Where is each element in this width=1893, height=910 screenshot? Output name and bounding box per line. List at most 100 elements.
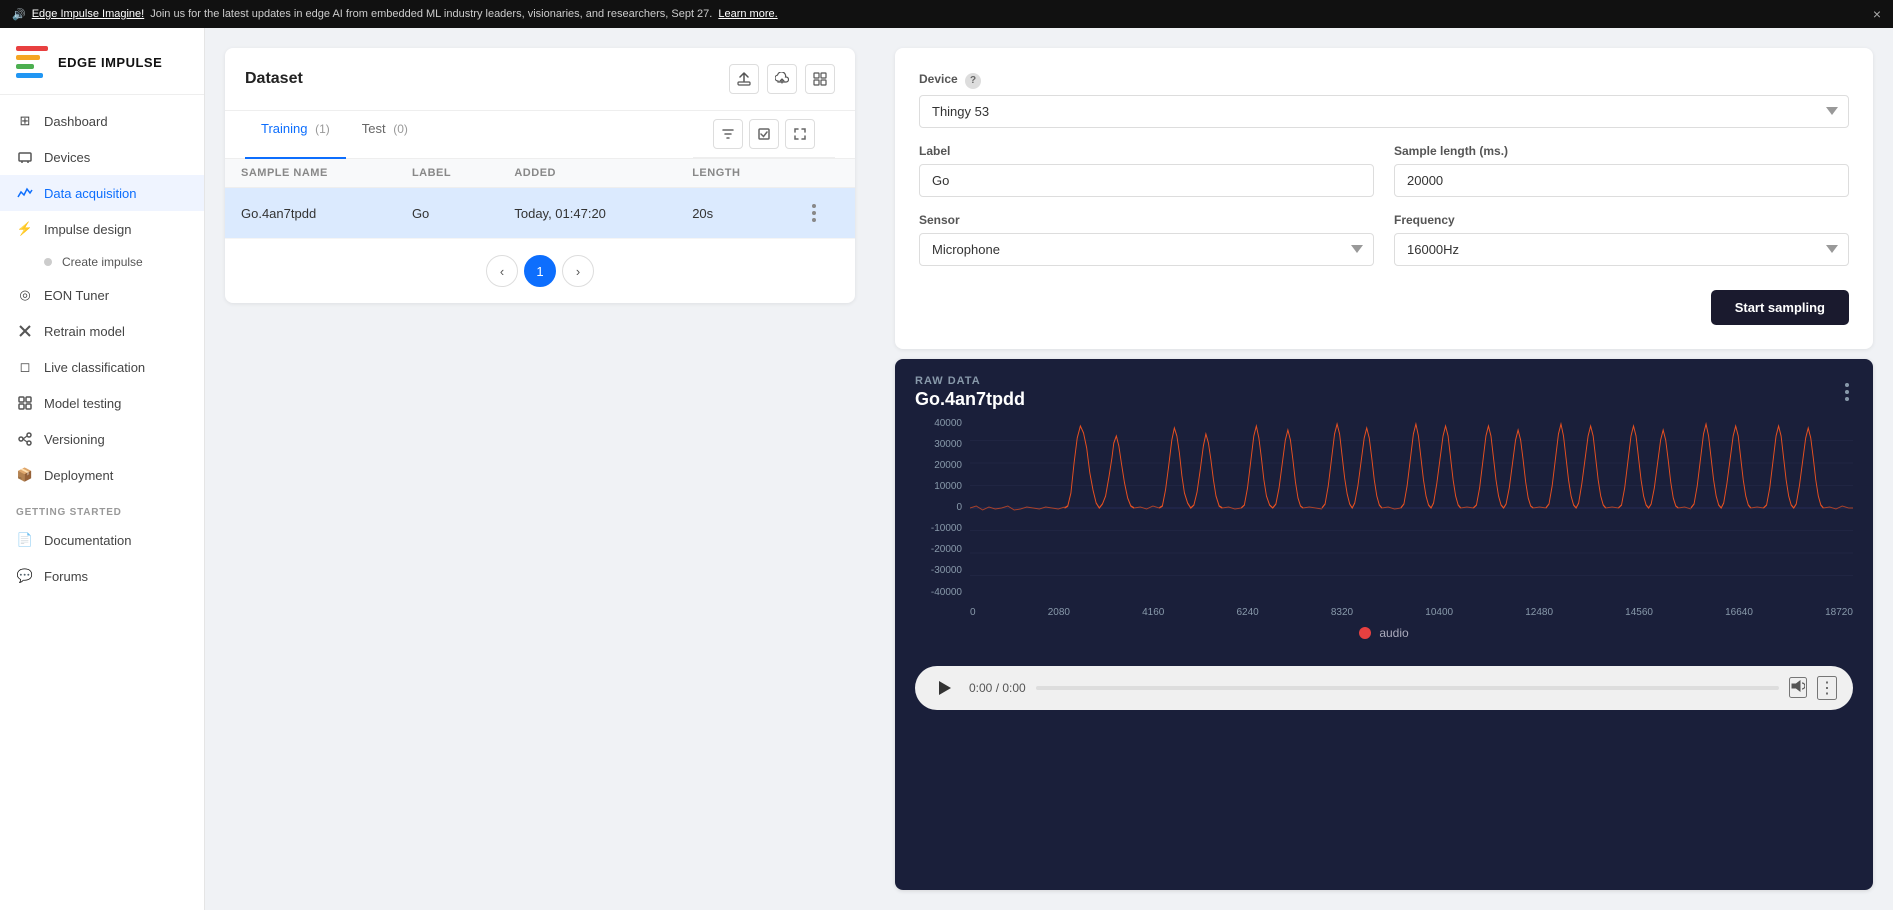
banner-close[interactable]: × [1873,6,1881,22]
cell-added: Today, 01:47:20 [498,188,676,239]
more-options-button[interactable] [805,64,835,94]
raw-data-menu[interactable] [1841,379,1853,405]
right-panel: Device ? Thingy 53 Label Sample length (… [875,28,1893,910]
sidebar-item-model-testing[interactable]: Model testing [0,385,204,421]
y-label-20k: 20000 [915,460,970,471]
filter-button[interactable] [713,119,743,149]
y-label-neg30k: -30000 [915,565,970,576]
cell-row-actions[interactable] [792,188,855,239]
sidebar-item-label-documentation: Documentation [44,533,131,548]
table-row[interactable]: Go.4an7tpdd Go Today, 01:47:20 20s [225,188,855,239]
upload-button[interactable] [729,64,759,94]
sidebar-nav: ⊞ Dashboard Devices Data acquisition ⚡ I… [0,95,204,910]
sidebar-item-deployment[interactable]: 📦 Deployment [0,457,204,493]
sidebar-item-documentation[interactable]: 📄 Documentation [0,522,204,558]
label-label: Label [919,144,1374,158]
banner-icon: 🔊 [12,8,26,21]
impulse-design-icon: ⚡ [16,220,34,238]
start-sampling-button[interactable]: Start sampling [1711,290,1849,325]
banner-learn-more[interactable]: Learn more. [718,8,777,20]
getting-started-label: GETTING STARTED [0,493,204,522]
dataset-title: Dataset [245,70,303,88]
play-button[interactable] [931,674,959,702]
pagination: ‹ 1 › [225,239,855,303]
raw-data-header-left: RAW DATA Go.4an7tpdd [915,375,1025,410]
device-label: Device ? [919,72,1849,89]
tab-test[interactable]: Test (0) [346,111,424,159]
sensor-select[interactable]: Microphone Accelerometer [919,233,1374,266]
sidebar: EDGE IMPULSE ⊞ Dashboard Devices Data ac… [0,28,205,910]
logo-text: EDGE IMPULSE [58,55,162,70]
select-all-button[interactable] [749,119,779,149]
sidebar-item-label-eon-tuner: EON Tuner [44,288,109,303]
y-label-neg40k: -40000 [915,587,970,598]
y-label-40k: 40000 [915,418,970,429]
sidebar-item-data-acquisition[interactable]: Data acquisition [0,175,204,211]
volume-button[interactable] [1789,677,1807,698]
y-label-neg10k: -10000 [915,523,970,534]
tab-test-label: Test [362,121,386,136]
device-help-icon[interactable]: ? [965,73,981,89]
x-axis: 0 2080 4160 6240 8320 10400 12480 14560 … [970,607,1853,618]
raw-data-title: Go.4an7tpdd [915,389,1025,410]
sidebar-item-devices[interactable]: Devices [0,139,204,175]
label-group: Label [919,144,1374,197]
sample-length-input[interactable] [1394,164,1849,197]
live-classification-icon: ◻ [16,358,34,376]
banner-link-1[interactable]: Edge Impulse Imagine! [32,8,145,20]
frequency-select[interactable]: 16000Hz 8000Hz [1394,233,1849,266]
x-label-6240: 6240 [1236,607,1258,618]
x-label-18720: 18720 [1825,607,1853,618]
sampling-card: Device ? Thingy 53 Label Sample length (… [895,48,1873,349]
model-testing-icon [16,394,34,412]
sidebar-item-label-create-impulse: Create impulse [62,255,143,269]
sample-length-group: Sample length (ms.) [1394,144,1849,197]
sidebar-item-create-impulse[interactable]: Create impulse [0,247,204,277]
dataset-header: Dataset [225,48,855,111]
sidebar-item-live-classification[interactable]: ◻ Live classification [0,349,204,385]
forums-icon: 💬 [16,567,34,585]
page-1-button[interactable]: 1 [524,255,556,287]
sidebar-item-label-impulse-design: Impulse design [44,222,131,237]
tab-training[interactable]: Training (1) [245,111,346,159]
audio-options-button[interactable]: ⋮ [1817,676,1837,700]
dataset-card: Dataset Training (1) [225,48,855,303]
col-label: LABEL [396,159,498,188]
cloud-upload-button[interactable] [767,64,797,94]
retrain-model-icon [16,322,34,340]
row-kebab-menu[interactable] [808,200,839,226]
raw-data-card: RAW DATA Go.4an7tpdd 40000 30000 20000 1… [895,359,1873,891]
logo-icon [16,46,48,78]
sidebar-item-retrain-model[interactable]: Retrain model [0,313,204,349]
dataset-actions [729,64,835,94]
sidebar-item-versioning[interactable]: Versioning [0,421,204,457]
sidebar-item-label-dashboard: Dashboard [44,114,108,129]
sidebar-item-dashboard[interactable]: ⊞ Dashboard [0,103,204,139]
sensor-group: Sensor Microphone Accelerometer [919,213,1374,266]
y-label-0: 0 [915,502,970,513]
audio-player: 0:00 / 0:00 ⋮ [915,666,1853,710]
cell-label: Go [396,188,498,239]
audio-progress-bar[interactable] [1036,686,1779,690]
sidebar-item-eon-tuner[interactable]: ◎ EON Tuner [0,277,204,313]
sidebar-item-label-forums: Forums [44,569,88,584]
chart-legend: audio [915,618,1853,648]
documentation-icon: 📄 [16,531,34,549]
x-label-10400: 10400 [1425,607,1453,618]
eon-tuner-icon: ◎ [16,286,34,304]
sidebar-item-impulse-design[interactable]: ⚡ Impulse design [0,211,204,247]
fullscreen-button[interactable] [785,119,815,149]
next-page-button[interactable]: › [562,255,594,287]
device-select[interactable]: Thingy 53 [919,95,1849,128]
table-toolbar [693,111,835,158]
y-label-neg20k: -20000 [915,544,970,555]
y-label-10k: 10000 [915,481,970,492]
sidebar-item-forums[interactable]: 💬 Forums [0,558,204,594]
banner-text: Join us for the latest updates in edge A… [150,8,712,20]
prev-page-button[interactable]: ‹ [486,255,518,287]
label-input[interactable] [919,164,1374,197]
x-label-8320: 8320 [1331,607,1353,618]
waveform-chart [970,418,1853,598]
tab-training-count: (1) [315,122,330,136]
tab-test-count: (0) [393,122,408,136]
